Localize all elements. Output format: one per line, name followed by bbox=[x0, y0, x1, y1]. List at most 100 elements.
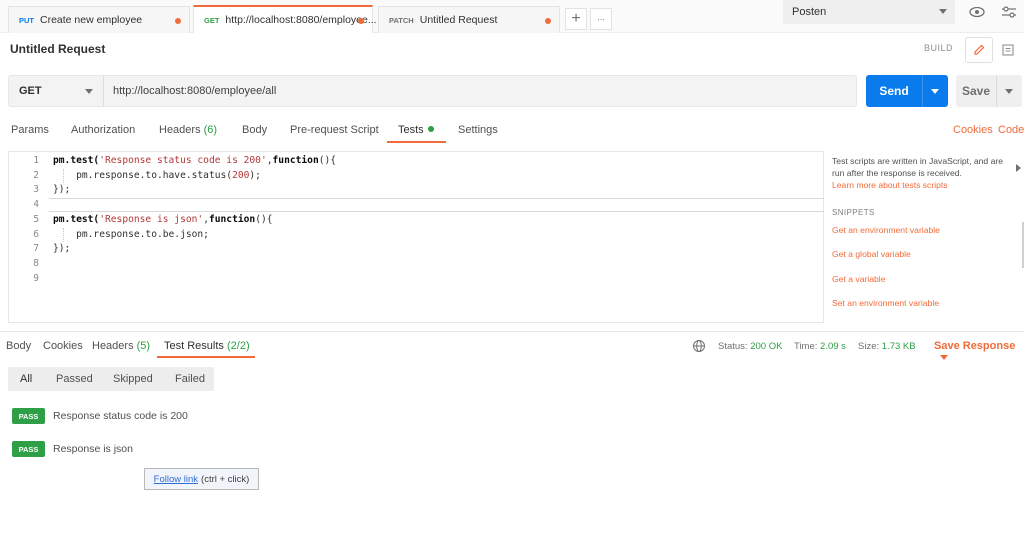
unsaved-dot-icon bbox=[545, 18, 551, 24]
filter-all[interactable]: All bbox=[20, 367, 32, 391]
tab-count: (6) bbox=[203, 124, 218, 136]
tab-params[interactable]: Params bbox=[11, 124, 49, 136]
tests-editor[interactable]: 1 2 3 4 5 6 7 8 9 pm.test('Response stat… bbox=[8, 151, 824, 323]
tooltip-hint: (ctrl + click) bbox=[201, 473, 250, 485]
tab-label: Body bbox=[242, 124, 268, 136]
request-tab-get[interactable]: GET http://localhost:8080/employee... bbox=[193, 5, 377, 33]
tab-authorization[interactable]: Authorization bbox=[71, 124, 135, 136]
snippets-description: Test scripts are written in JavaScript, … bbox=[832, 155, 1010, 191]
response-tab-test-results[interactable]: Test Results (2/2) bbox=[164, 340, 250, 352]
tab-tests[interactable]: Tests bbox=[398, 124, 434, 136]
line-number: 8 bbox=[33, 258, 39, 269]
request-tab-patch[interactable]: PATCH Untitled Request bbox=[378, 6, 560, 33]
tab-body[interactable]: Body bbox=[242, 124, 267, 136]
status-readout: Status: 200 OK bbox=[718, 341, 782, 352]
collapse-panel-icon[interactable] bbox=[1016, 164, 1021, 172]
filter-passed[interactable]: Passed bbox=[56, 367, 93, 391]
cookies-link[interactable]: Cookies bbox=[953, 124, 993, 136]
save-response-label: Save Response bbox=[934, 340, 1016, 352]
save-response-button[interactable]: Save Response bbox=[934, 340, 1024, 364]
pencil-icon bbox=[974, 44, 985, 55]
tab-label: Body bbox=[6, 340, 32, 352]
test-result-name: Response is json bbox=[53, 443, 133, 455]
chevron-down-icon bbox=[939, 9, 947, 14]
code-line: pm.response.to.have.status(200); bbox=[53, 170, 261, 181]
send-button[interactable]: Send bbox=[866, 75, 948, 107]
follow-link-tooltip: Follow link (ctrl + click) bbox=[144, 468, 259, 490]
snippet-item[interactable]: Get an environment variable bbox=[832, 224, 940, 236]
chevron-down-icon bbox=[940, 355, 948, 360]
tab-method-label: PATCH bbox=[389, 15, 414, 25]
method-select[interactable]: GET bbox=[9, 76, 104, 106]
response-tab-body[interactable]: Body bbox=[6, 340, 31, 352]
environment-name: Posten bbox=[792, 6, 827, 18]
test-result-name: Response status code is 200 bbox=[53, 410, 188, 422]
line-number: 3 bbox=[33, 184, 39, 195]
response-tab-cookies[interactable]: Cookies bbox=[43, 340, 83, 352]
tab-headers[interactable]: Headers (6) bbox=[159, 124, 217, 136]
environment-quick-look-button[interactable] bbox=[966, 2, 988, 22]
request-title[interactable]: Untitled Request bbox=[10, 42, 105, 56]
line-number: 4 bbox=[33, 199, 39, 210]
sliders-icon bbox=[1002, 6, 1016, 18]
snippet-item[interactable]: Set an environment variable bbox=[832, 297, 939, 309]
time-label: Time: bbox=[794, 341, 818, 352]
line-number: 7 bbox=[33, 243, 39, 254]
globe-icon[interactable] bbox=[692, 339, 706, 353]
tab-method-label: GET bbox=[204, 15, 220, 25]
chevron-down-icon[interactable] bbox=[931, 89, 939, 94]
unsaved-dot-icon bbox=[175, 18, 181, 24]
code-line: }); bbox=[53, 184, 71, 195]
learn-more-link[interactable]: Learn more about tests scripts bbox=[832, 180, 948, 190]
divider bbox=[922, 75, 923, 107]
response-tab-headers[interactable]: Headers (5) bbox=[92, 340, 150, 352]
edit-button[interactable] bbox=[965, 37, 993, 63]
tab-label: Authorization bbox=[71, 124, 136, 136]
tab-label: Settings bbox=[458, 124, 498, 136]
line-number: 2 bbox=[33, 170, 39, 181]
tab-label: Headers bbox=[159, 124, 201, 136]
size-label: Size: bbox=[858, 341, 880, 352]
filter-skipped[interactable]: Skipped bbox=[113, 367, 153, 391]
tab-settings[interactable]: Settings bbox=[458, 124, 498, 136]
comments-button[interactable] bbox=[994, 37, 1022, 63]
line-number: 9 bbox=[33, 273, 39, 284]
eye-icon bbox=[969, 6, 985, 18]
tab-label: Test Results bbox=[164, 340, 224, 352]
environment-selector[interactable]: Posten bbox=[783, 0, 955, 24]
add-tab-button[interactable]: + bbox=[565, 8, 587, 30]
tab-count: (2/2) bbox=[226, 340, 250, 352]
tab-label: Tests bbox=[398, 124, 424, 136]
snippets-heading: SNIPPETS bbox=[832, 208, 875, 217]
code-line: pm.test('Response is json',function(){ bbox=[53, 214, 273, 225]
size-value: 1.73 KB bbox=[881, 341, 916, 352]
unsaved-dot-icon bbox=[358, 18, 364, 24]
chevron-down-icon[interactable] bbox=[1005, 89, 1013, 94]
filter-failed[interactable]: Failed bbox=[175, 367, 205, 391]
code-line: pm.response.to.be.json; bbox=[53, 229, 209, 240]
follow-link[interactable]: Follow link bbox=[154, 474, 198, 485]
line-number: 1 bbox=[33, 155, 39, 166]
url-input[interactable]: http://localhost:8080/employee/all bbox=[113, 76, 276, 106]
current-line-highlight bbox=[49, 198, 824, 212]
status-label: Status: bbox=[718, 341, 748, 352]
manage-environments-button[interactable] bbox=[998, 2, 1020, 22]
status-dot-icon bbox=[427, 126, 434, 132]
request-tab-put[interactable]: PUT Create new employee bbox=[8, 6, 190, 33]
comment-icon bbox=[1002, 44, 1014, 56]
url-bar: GET http://localhost:8080/employee/all bbox=[8, 75, 857, 107]
tab-title: Untitled Request bbox=[419, 14, 498, 26]
snippet-item[interactable]: Get a variable bbox=[832, 273, 886, 285]
active-tab-indicator bbox=[157, 356, 255, 358]
tab-label: Params bbox=[11, 124, 49, 136]
code-link[interactable]: Code bbox=[998, 124, 1024, 136]
tab-pre-request-script[interactable]: Pre-request Script bbox=[290, 124, 379, 136]
divider bbox=[996, 75, 997, 107]
test-filter-group: All Passed Skipped Failed bbox=[8, 367, 214, 391]
response-divider bbox=[0, 331, 1024, 332]
description-text: Test scripts are written in JavaScript, … bbox=[832, 156, 1003, 178]
snippet-item[interactable]: Get a global variable bbox=[832, 248, 911, 260]
more-tabs-button[interactable]: ∙∙∙ bbox=[590, 8, 612, 30]
save-button[interactable]: Save bbox=[956, 75, 1022, 107]
tab-label: Cookies bbox=[43, 340, 83, 352]
